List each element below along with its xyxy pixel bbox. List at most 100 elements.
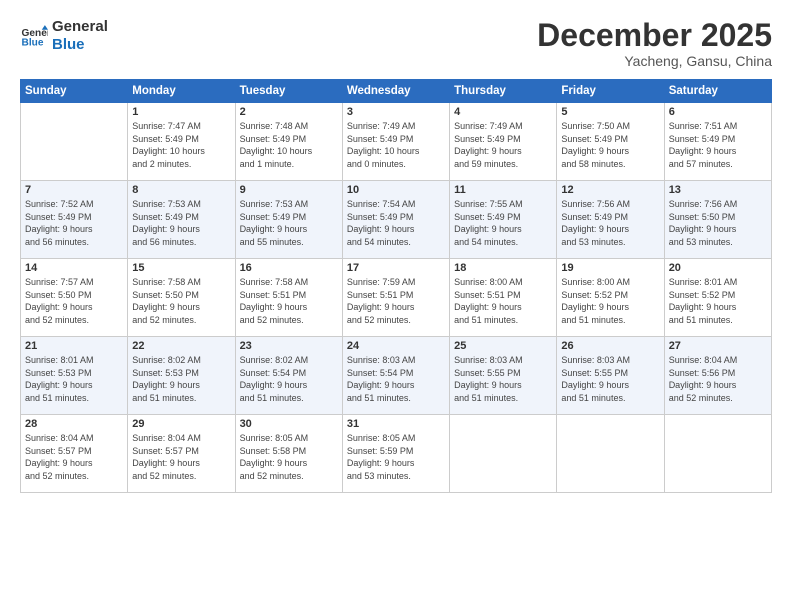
day-number: 20 <box>669 262 767 274</box>
calendar-cell: 27 Sunrise: 8:04 AM Sunset: 5:56 PM Dayli… <box>664 337 771 415</box>
day-number: 13 <box>669 184 767 196</box>
cell-info: Sunrise: 7:54 AM Sunset: 5:49 PM Dayligh… <box>347 198 445 248</box>
day-number: 14 <box>25 262 123 274</box>
logo-icon: General Blue <box>20 22 48 50</box>
calendar-table: SundayMondayTuesdayWednesdayThursdayFrid… <box>20 79 772 493</box>
day-number: 11 <box>454 184 552 196</box>
day-number: 28 <box>25 418 123 430</box>
day-number: 16 <box>240 262 338 274</box>
day-number: 1 <box>132 106 230 118</box>
day-number: 26 <box>561 340 659 352</box>
cell-info: Sunrise: 7:52 AM Sunset: 5:49 PM Dayligh… <box>25 198 123 248</box>
calendar-cell: 3 Sunrise: 7:49 AM Sunset: 5:49 PM Daylig… <box>342 103 449 181</box>
month-title: December 2025 <box>537 18 772 53</box>
day-number: 27 <box>669 340 767 352</box>
day-number: 30 <box>240 418 338 430</box>
day-number: 23 <box>240 340 338 352</box>
calendar-cell <box>450 415 557 493</box>
day-number: 9 <box>240 184 338 196</box>
cell-info: Sunrise: 7:55 AM Sunset: 5:49 PM Dayligh… <box>454 198 552 248</box>
cell-info: Sunrise: 7:53 AM Sunset: 5:49 PM Dayligh… <box>240 198 338 248</box>
calendar-cell: 20 Sunrise: 8:01 AM Sunset: 5:52 PM Dayli… <box>664 259 771 337</box>
weekday-header: Sunday <box>21 80 128 103</box>
cell-info: Sunrise: 8:01 AM Sunset: 5:53 PM Dayligh… <box>25 354 123 404</box>
calendar-cell: 25 Sunrise: 8:03 AM Sunset: 5:55 PM Dayli… <box>450 337 557 415</box>
calendar-cell: 2 Sunrise: 7:48 AM Sunset: 5:49 PM Daylig… <box>235 103 342 181</box>
calendar-cell: 7Sunrise: 7:52 AM Sunset: 5:49 PM Daylig… <box>21 181 128 259</box>
calendar-cell: 28 Sunrise: 8:04 AM Sunset: 5:57 PM Dayli… <box>21 415 128 493</box>
calendar-cell: 9 Sunrise: 7:53 AM Sunset: 5:49 PM Daylig… <box>235 181 342 259</box>
calendar-cell: 12 Sunrise: 7:56 AM Sunset: 5:49 PM Dayli… <box>557 181 664 259</box>
cell-info: Sunrise: 8:01 AM Sunset: 5:52 PM Dayligh… <box>669 276 767 326</box>
day-number: 6 <box>669 106 767 118</box>
cell-info: Sunrise: 7:57 AM Sunset: 5:50 PM Dayligh… <box>25 276 123 326</box>
cell-info: Sunrise: 7:56 AM Sunset: 5:49 PM Dayligh… <box>561 198 659 248</box>
calendar-cell: 26Sunrise: 8:03 AM Sunset: 5:55 PM Dayli… <box>557 337 664 415</box>
cell-info: Sunrise: 7:50 AM Sunset: 5:49 PM Dayligh… <box>561 120 659 170</box>
calendar-cell: 13 Sunrise: 7:56 AM Sunset: 5:50 PM Dayli… <box>664 181 771 259</box>
day-number: 8 <box>132 184 230 196</box>
cell-info: Sunrise: 7:58 AM Sunset: 5:50 PM Dayligh… <box>132 276 230 326</box>
calendar-week-row: 1 Sunrise: 7:47 AM Sunset: 5:49 PM Daylig… <box>21 103 772 181</box>
day-number: 19 <box>561 262 659 274</box>
cell-info: Sunrise: 8:04 AM Sunset: 5:57 PM Dayligh… <box>25 432 123 482</box>
cell-info: Sunrise: 8:05 AM Sunset: 5:58 PM Dayligh… <box>240 432 338 482</box>
day-number: 12 <box>561 184 659 196</box>
cell-info: Sunrise: 8:02 AM Sunset: 5:53 PM Dayligh… <box>132 354 230 404</box>
day-number: 10 <box>347 184 445 196</box>
calendar-cell: 8 Sunrise: 7:53 AM Sunset: 5:49 PM Daylig… <box>128 181 235 259</box>
calendar-cell <box>557 415 664 493</box>
weekday-header: Thursday <box>450 80 557 103</box>
calendar-cell: 17Sunrise: 7:59 AM Sunset: 5:51 PM Dayli… <box>342 259 449 337</box>
calendar-week-row: 14 Sunrise: 7:57 AM Sunset: 5:50 PM Dayli… <box>21 259 772 337</box>
weekday-header: Friday <box>557 80 664 103</box>
cell-info: Sunrise: 7:58 AM Sunset: 5:51 PM Dayligh… <box>240 276 338 326</box>
day-number: 4 <box>454 106 552 118</box>
cell-info: Sunrise: 7:49 AM Sunset: 5:49 PM Dayligh… <box>347 120 445 170</box>
location-subtitle: Yacheng, Gansu, China <box>537 53 772 69</box>
page-header: General Blue General Blue December 2025 … <box>20 18 772 69</box>
weekday-header: Wednesday <box>342 80 449 103</box>
cell-info: Sunrise: 7:56 AM Sunset: 5:50 PM Dayligh… <box>669 198 767 248</box>
calendar-week-row: 21 Sunrise: 8:01 AM Sunset: 5:53 PM Dayli… <box>21 337 772 415</box>
calendar-cell: 5Sunrise: 7:50 AM Sunset: 5:49 PM Daylig… <box>557 103 664 181</box>
cell-info: Sunrise: 8:00 AM Sunset: 5:52 PM Dayligh… <box>561 276 659 326</box>
calendar-cell: 18 Sunrise: 8:00 AM Sunset: 5:51 PM Dayli… <box>450 259 557 337</box>
calendar-cell: 16 Sunrise: 7:58 AM Sunset: 5:51 PM Dayli… <box>235 259 342 337</box>
cell-info: Sunrise: 8:00 AM Sunset: 5:51 PM Dayligh… <box>454 276 552 326</box>
cell-info: Sunrise: 8:03 AM Sunset: 5:54 PM Dayligh… <box>347 354 445 404</box>
calendar-week-row: 7Sunrise: 7:52 AM Sunset: 5:49 PM Daylig… <box>21 181 772 259</box>
calendar-cell: 21 Sunrise: 8:01 AM Sunset: 5:53 PM Dayli… <box>21 337 128 415</box>
cell-info: Sunrise: 7:49 AM Sunset: 5:49 PM Dayligh… <box>454 120 552 170</box>
logo-text: General Blue <box>52 18 108 54</box>
calendar-cell: 23 Sunrise: 8:02 AM Sunset: 5:54 PM Dayli… <box>235 337 342 415</box>
calendar-cell <box>664 415 771 493</box>
calendar-cell: 31Sunrise: 8:05 AM Sunset: 5:59 PM Dayli… <box>342 415 449 493</box>
day-number: 31 <box>347 418 445 430</box>
calendar-cell: 6 Sunrise: 7:51 AM Sunset: 5:49 PM Daylig… <box>664 103 771 181</box>
calendar-week-row: 28 Sunrise: 8:04 AM Sunset: 5:57 PM Dayli… <box>21 415 772 493</box>
cell-info: Sunrise: 8:03 AM Sunset: 5:55 PM Dayligh… <box>454 354 552 404</box>
day-number: 18 <box>454 262 552 274</box>
calendar-cell: 22Sunrise: 8:02 AM Sunset: 5:53 PM Dayli… <box>128 337 235 415</box>
logo: General Blue General Blue <box>20 18 108 54</box>
cell-info: Sunrise: 8:04 AM Sunset: 5:57 PM Dayligh… <box>132 432 230 482</box>
day-number: 21 <box>25 340 123 352</box>
weekday-header: Tuesday <box>235 80 342 103</box>
cell-info: Sunrise: 7:53 AM Sunset: 5:49 PM Dayligh… <box>132 198 230 248</box>
day-number: 3 <box>347 106 445 118</box>
cell-info: Sunrise: 7:51 AM Sunset: 5:49 PM Dayligh… <box>669 120 767 170</box>
cell-info: Sunrise: 7:59 AM Sunset: 5:51 PM Dayligh… <box>347 276 445 326</box>
calendar-cell: 15Sunrise: 7:58 AM Sunset: 5:50 PM Dayli… <box>128 259 235 337</box>
calendar-cell: 11 Sunrise: 7:55 AM Sunset: 5:49 PM Dayli… <box>450 181 557 259</box>
day-number: 29 <box>132 418 230 430</box>
calendar-cell: 4 Sunrise: 7:49 AM Sunset: 5:49 PM Daylig… <box>450 103 557 181</box>
calendar-cell: 14 Sunrise: 7:57 AM Sunset: 5:50 PM Dayli… <box>21 259 128 337</box>
day-number: 25 <box>454 340 552 352</box>
cell-info: Sunrise: 7:47 AM Sunset: 5:49 PM Dayligh… <box>132 120 230 170</box>
cell-info: Sunrise: 8:04 AM Sunset: 5:56 PM Dayligh… <box>669 354 767 404</box>
day-number: 24 <box>347 340 445 352</box>
cell-info: Sunrise: 8:02 AM Sunset: 5:54 PM Dayligh… <box>240 354 338 404</box>
cell-info: Sunrise: 7:48 AM Sunset: 5:49 PM Dayligh… <box>240 120 338 170</box>
day-number: 2 <box>240 106 338 118</box>
